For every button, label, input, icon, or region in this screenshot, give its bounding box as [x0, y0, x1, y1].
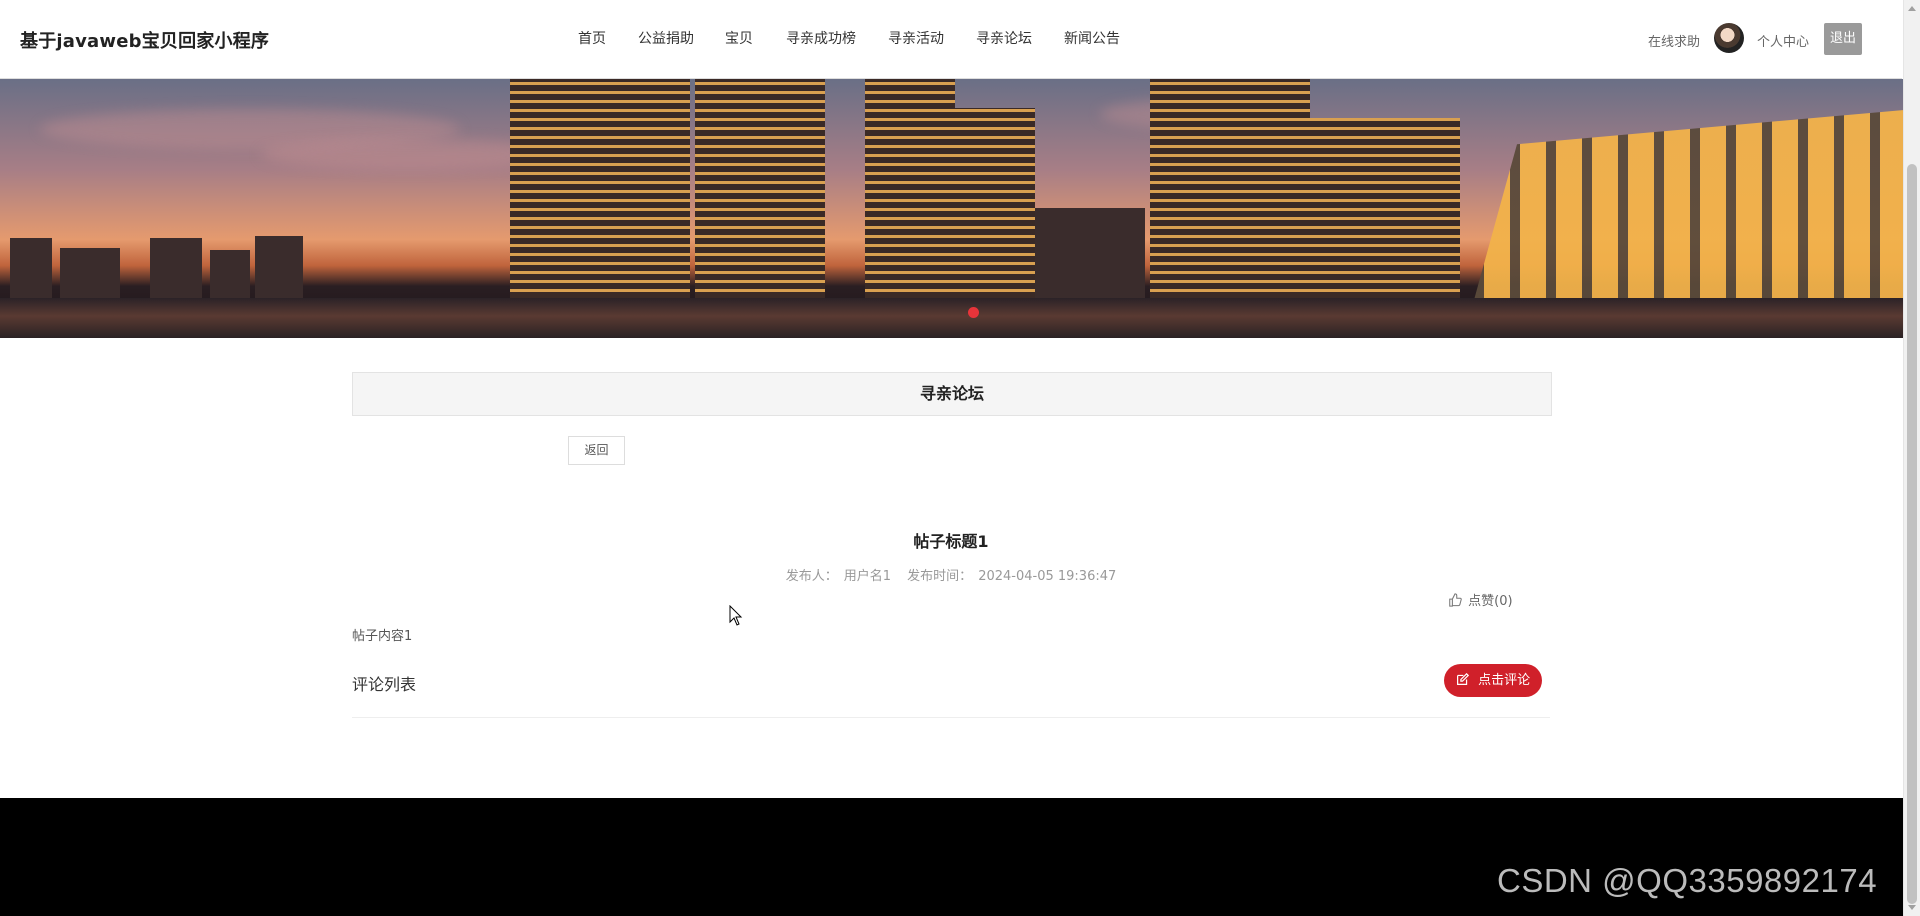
- nav-success-list[interactable]: 寻亲成功榜: [786, 28, 856, 48]
- personal-center-link[interactable]: 个人中心: [1757, 31, 1809, 50]
- edit-icon: [1456, 666, 1470, 699]
- banner-water: [0, 298, 1904, 338]
- like-count-label: 点赞(0): [1468, 594, 1513, 609]
- add-comment-button[interactable]: 点击评论: [1444, 664, 1542, 697]
- nav-baby[interactable]: 宝贝: [725, 28, 753, 48]
- banner-pier: [1474, 110, 1904, 300]
- banner-building: [150, 238, 202, 298]
- back-button[interactable]: 返回: [568, 436, 625, 465]
- thumbs-up-icon: [1448, 593, 1464, 611]
- online-help-link[interactable]: 在线求助: [1648, 31, 1700, 50]
- banner-building: [210, 250, 250, 298]
- nav-home[interactable]: 首页: [578, 28, 606, 48]
- nav-forum[interactable]: 寻亲论坛: [976, 28, 1032, 48]
- banner-building: [510, 79, 690, 298]
- add-comment-label: 点击评论: [1478, 673, 1531, 688]
- vertical-scrollbar[interactable]: [1903, 0, 1920, 916]
- banner-building: [1035, 208, 1145, 298]
- banner-building: [255, 236, 303, 298]
- post-content: 帖子内容1: [352, 629, 413, 644]
- banner-carousel[interactable]: [0, 79, 1904, 338]
- nav-news[interactable]: 新闻公告: [1064, 28, 1120, 48]
- time-value: 2024-04-05 19:36:47: [978, 569, 1117, 584]
- carousel-indicator-dot[interactable]: [968, 307, 979, 318]
- nav-activities[interactable]: 寻亲活动: [888, 28, 944, 48]
- author-value: 用户名1: [843, 569, 892, 584]
- banner-building: [865, 79, 955, 298]
- csdn-watermark: CSDN @QQ3359892174: [1497, 862, 1878, 899]
- banner-building: [10, 238, 52, 298]
- banner-building: [60, 248, 120, 298]
- nav-donation[interactable]: 公益捐助: [638, 28, 694, 48]
- time-label-text: 发布时间：: [907, 569, 973, 584]
- scroll-down-arrow-icon[interactable]: [1908, 905, 1916, 910]
- scroll-thumb[interactable]: [1907, 164, 1917, 904]
- banner-building: [955, 108, 1035, 298]
- author-label-text: 发布人：: [785, 569, 838, 584]
- logout-button[interactable]: 退出: [1824, 23, 1862, 55]
- like-button[interactable]: 点赞(0): [1448, 590, 1513, 611]
- banner-building: [695, 79, 825, 298]
- top-header: 基于javaweb宝贝回家小程序 首页 公益捐助 宝贝 寻亲成功榜 寻亲活动 寻…: [0, 0, 1902, 79]
- user-area: 在线求助 个人中心 退出: [1648, 22, 1868, 56]
- post-meta: 发布人： 用户名1 发布时间： 2024-04-05 19:36:47: [352, 565, 1550, 584]
- section-title-bar: 寻亲论坛: [352, 372, 1552, 416]
- post-title: 帖子标题1: [913, 532, 989, 551]
- mouse-cursor-icon: [729, 605, 743, 626]
- banner-building: [1310, 118, 1460, 298]
- site-title[interactable]: 基于javaweb宝贝回家小程序: [20, 27, 269, 53]
- scroll-up-arrow-icon[interactable]: [1908, 6, 1916, 11]
- comment-list-heading: 评论列表: [352, 675, 417, 694]
- author-label: 发布人： 用户名1: [783, 569, 894, 584]
- divider: [352, 717, 1550, 718]
- banner-building: [1150, 79, 1310, 298]
- time-label: 发布时间： 2024-04-05 19:36:47: [904, 569, 1119, 584]
- user-avatar[interactable]: [1714, 23, 1744, 53]
